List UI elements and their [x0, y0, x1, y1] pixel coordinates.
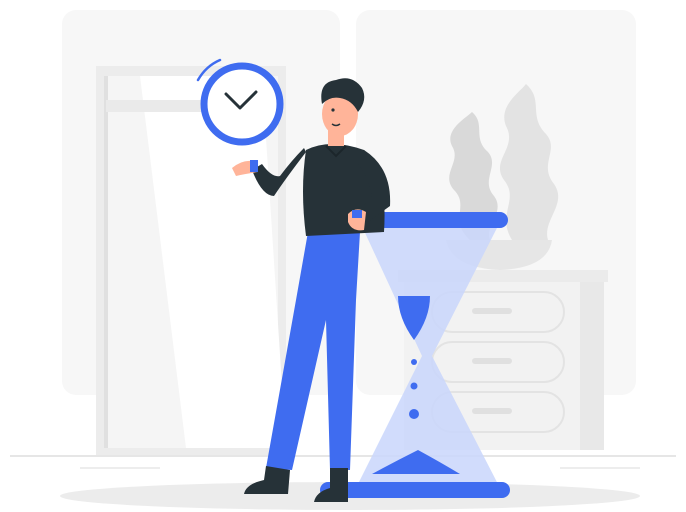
sand-grain-2 — [410, 382, 418, 390]
time-illustration — [10, 10, 676, 510]
drawer-handle-1 — [472, 308, 512, 314]
sand-grain-1 — [411, 359, 417, 365]
sand-grain-3 — [409, 409, 419, 419]
eye — [331, 108, 335, 112]
cuff-left — [250, 160, 258, 172]
shoe-left — [244, 466, 290, 494]
drawer-handle-2 — [472, 358, 512, 364]
cabinet-side — [580, 282, 604, 450]
hourglass-bottom-cap — [320, 482, 510, 498]
cuff-right — [352, 210, 362, 218]
drawer-handle-3 — [472, 408, 512, 414]
